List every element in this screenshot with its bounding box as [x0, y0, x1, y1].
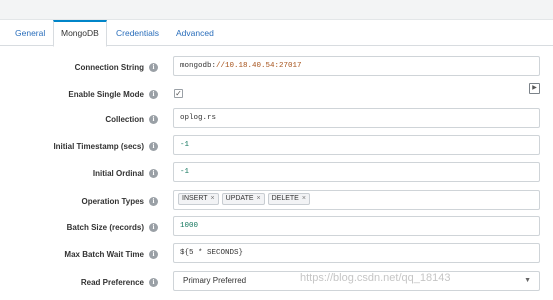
info-icon[interactable]: i [149, 169, 158, 178]
read-preference-label: Read Preference [80, 278, 144, 287]
row-max-batch-wait: Max Batch Wait Time i ${5 * SECONDS} [0, 242, 553, 268]
operation-type-tag: INSERT × [178, 193, 219, 205]
row-initial-ordinal: Initial Ordinal i -1 [0, 161, 553, 187]
remove-tag-icon[interactable]: × [257, 195, 261, 202]
connection-string-input[interactable]: mongodb://10.18.40.54:27017 [173, 56, 540, 76]
info-icon[interactable]: i [149, 63, 158, 72]
operation-types-input[interactable]: INSERT × UPDATE × DELETE × [173, 190, 540, 210]
enable-single-mode-checkbox[interactable]: ✓ [174, 89, 183, 98]
tab-mongodb[interactable]: MongoDB [53, 20, 107, 47]
enable-single-mode-label: Enable Single Mode [68, 90, 144, 99]
initial-ordinal-label: Initial Ordinal [92, 169, 144, 178]
info-icon[interactable]: i [149, 250, 158, 259]
tab-credentials[interactable]: Credentials [116, 20, 159, 46]
collection-label: Collection [105, 115, 144, 124]
initial-timestamp-input[interactable]: -1 [173, 135, 540, 155]
connection-string-prefix: mongodb: [180, 62, 217, 70]
read-preference-value: Primary Preferred [183, 276, 247, 285]
row-collection: Collection i oplog.rs [0, 107, 553, 133]
operation-type-tag: UPDATE × [221, 193, 265, 205]
batch-size-label: Batch Size (records) [66, 223, 144, 232]
row-read-preference: Read Preference i Primary Preferred ▼ [0, 270, 553, 296]
chevron-down-icon: ▼ [524, 277, 531, 284]
info-icon[interactable]: i [149, 142, 158, 151]
row-connection-string: Connection String i mongodb://10.18.40.5… [0, 55, 553, 81]
max-batch-wait-label: Max Batch Wait Time [64, 250, 144, 259]
initial-ordinal-input[interactable]: -1 [173, 162, 540, 182]
tab-advanced[interactable]: Advanced [176, 20, 214, 46]
operation-type-tag: DELETE × [267, 193, 310, 205]
info-icon[interactable]: i [149, 90, 158, 99]
row-batch-size: Batch Size (records) i 1000 [0, 215, 553, 241]
initial-timestamp-label: Initial Timestamp (secs) [53, 142, 144, 151]
operation-type-tag-label: INSERT [182, 195, 208, 202]
batch-size-input[interactable]: 1000 [173, 216, 540, 236]
info-icon[interactable]: i [149, 223, 158, 232]
info-icon[interactable]: i [149, 115, 158, 124]
info-icon[interactable]: i [149, 278, 158, 287]
row-operation-types: Operation Types i INSERT × UPDATE × DELETE × [0, 189, 553, 215]
check-icon: ✓ [175, 89, 182, 98]
row-initial-timestamp: Initial Timestamp (secs) i -1 [0, 134, 553, 160]
operation-types-label: Operation Types [81, 197, 144, 206]
read-preference-select[interactable]: Primary Preferred ▼ [173, 271, 540, 291]
remove-tag-icon[interactable]: × [302, 195, 306, 202]
max-batch-wait-input[interactable]: ${5 * SECONDS} [173, 243, 540, 263]
remove-tag-icon[interactable]: × [211, 195, 215, 202]
connection-string-label: Connection String [74, 63, 144, 72]
top-toolbar [0, 0, 553, 20]
operation-type-tag-label: DELETE [271, 195, 299, 202]
operation-type-tag-label: UPDATE [225, 195, 254, 202]
collection-input[interactable]: oplog.rs [173, 108, 540, 128]
tab-general[interactable]: General [15, 20, 45, 46]
row-enable-single-mode: Enable Single Mode i ✓ [0, 82, 553, 108]
connection-string-value: //10.18.40.54:27017 [216, 62, 302, 70]
info-icon[interactable]: i [149, 197, 158, 206]
config-tabs: General MongoDB Credentials Advanced [0, 20, 553, 47]
